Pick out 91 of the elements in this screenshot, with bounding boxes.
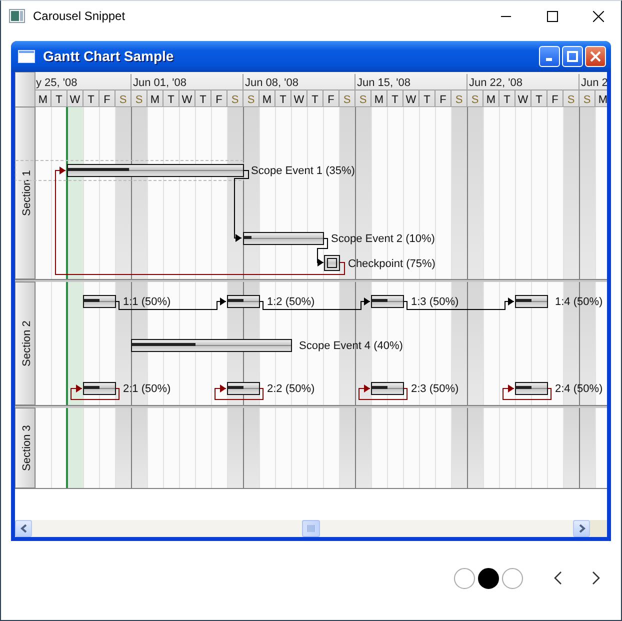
day-label: F — [552, 94, 558, 106]
day-label: S — [119, 94, 127, 106]
task-label: Scope Event 4 (40%) — [299, 340, 403, 352]
day-label: F — [216, 94, 222, 106]
day-label: S — [343, 94, 351, 106]
task-label: 2:2 (50%) — [267, 383, 315, 395]
week-label: Jun 08, '08 — [245, 77, 298, 89]
day-label: M — [598, 94, 607, 106]
task-label: 2:3 (50%) — [411, 383, 459, 395]
milestone-marker[interactable] — [324, 255, 340, 271]
task-label: 1:2 (50%) — [267, 296, 315, 308]
task-bar[interactable] — [83, 295, 116, 308]
task-label: 1:4 (50%) — [555, 296, 603, 308]
task-bar[interactable] — [83, 382, 116, 395]
day-label: S — [455, 94, 463, 106]
day-label: T — [168, 94, 174, 106]
week-label: Jun 01, '08 — [133, 77, 186, 89]
day-label: M — [486, 94, 496, 106]
day-label: W — [182, 94, 192, 106]
close-icon — [590, 51, 601, 62]
day-label: S — [359, 94, 367, 106]
task-label: 2:4 (50%) — [555, 383, 603, 395]
window-title: Carousel Snippet — [33, 8, 126, 25]
dependency-arrow — [502, 384, 552, 400]
task-bar[interactable] — [371, 382, 404, 395]
day-label: W — [294, 94, 304, 106]
day-label: W — [70, 94, 80, 106]
task-bar[interactable] — [131, 339, 292, 352]
day-label: F — [104, 94, 110, 106]
chevron-right-icon — [578, 524, 586, 533]
task-bar[interactable] — [515, 382, 548, 395]
week-label: Jun 22, '08 — [469, 77, 522, 89]
task-label: 1:3 (50%) — [411, 296, 459, 308]
task-bar[interactable] — [515, 295, 548, 308]
task-bar[interactable] — [227, 382, 260, 395]
day-label: M — [262, 94, 272, 106]
day-label: T — [536, 94, 542, 106]
scroll-left-button[interactable] — [15, 520, 32, 537]
day-label: W — [406, 94, 416, 106]
scrollbar-corner — [590, 520, 607, 537]
day-label: W — [518, 94, 528, 106]
app-icon — [9, 9, 25, 23]
window-icon — [18, 50, 35, 63]
section-label: Section 3 — [21, 425, 33, 471]
dependency-arrow — [358, 384, 408, 400]
task-label: Scope Event 2 (10%) — [331, 233, 435, 245]
maximize-icon — [546, 10, 558, 22]
day-label: M — [374, 94, 384, 106]
day-label: S — [231, 94, 239, 106]
day-label: M — [150, 94, 160, 106]
week-label: y 25, '08 — [36, 77, 78, 89]
task-label: Scope Event 1 (35%) — [251, 165, 355, 177]
dependency-arrow — [214, 384, 264, 400]
task-bar[interactable] — [243, 232, 324, 245]
chevron-right-icon — [591, 571, 601, 585]
day-label: S — [567, 94, 575, 106]
day-label: T — [200, 94, 206, 106]
day-label: S — [247, 94, 255, 106]
day-label: S — [583, 94, 591, 106]
day-label: F — [328, 94, 334, 106]
day-label: T — [56, 94, 62, 106]
section-label: Section 1 — [21, 170, 33, 216]
task-label: 1:1 (50%) — [123, 296, 171, 308]
day-label: T — [88, 94, 94, 106]
day-label: S — [471, 94, 479, 106]
window-title: Gantt Chart Sample — [43, 47, 174, 66]
day-label: T — [424, 94, 430, 106]
day-label: F — [440, 94, 446, 106]
day-label: T — [312, 94, 318, 106]
day-label: M — [38, 94, 48, 106]
day-label: T — [392, 94, 398, 106]
maximize-icon — [567, 51, 578, 62]
week-label: Jun 2 — [581, 77, 607, 89]
scrollbar-thumb[interactable] — [302, 520, 320, 537]
week-label: Jun 15, '08 — [357, 77, 410, 89]
chevron-left-icon — [20, 524, 28, 533]
close-icon — [592, 10, 604, 22]
carousel-indicator[interactable] — [478, 568, 499, 588]
section-label: Section 2 — [21, 320, 33, 366]
task-label: 2:1 (50%) — [123, 383, 171, 395]
grip-icon — [306, 525, 314, 532]
day-label: T — [280, 94, 286, 106]
task-bar[interactable] — [67, 164, 244, 177]
chevron-left-icon — [553, 571, 563, 585]
scroll-right-button[interactable] — [573, 520, 590, 537]
task-bar[interactable] — [371, 295, 404, 308]
task-bar[interactable] — [227, 295, 260, 308]
minimize-button[interactable] — [539, 46, 560, 67]
day-label: T — [504, 94, 510, 106]
dependency-arrow — [70, 384, 120, 400]
day-label: S — [135, 94, 143, 106]
